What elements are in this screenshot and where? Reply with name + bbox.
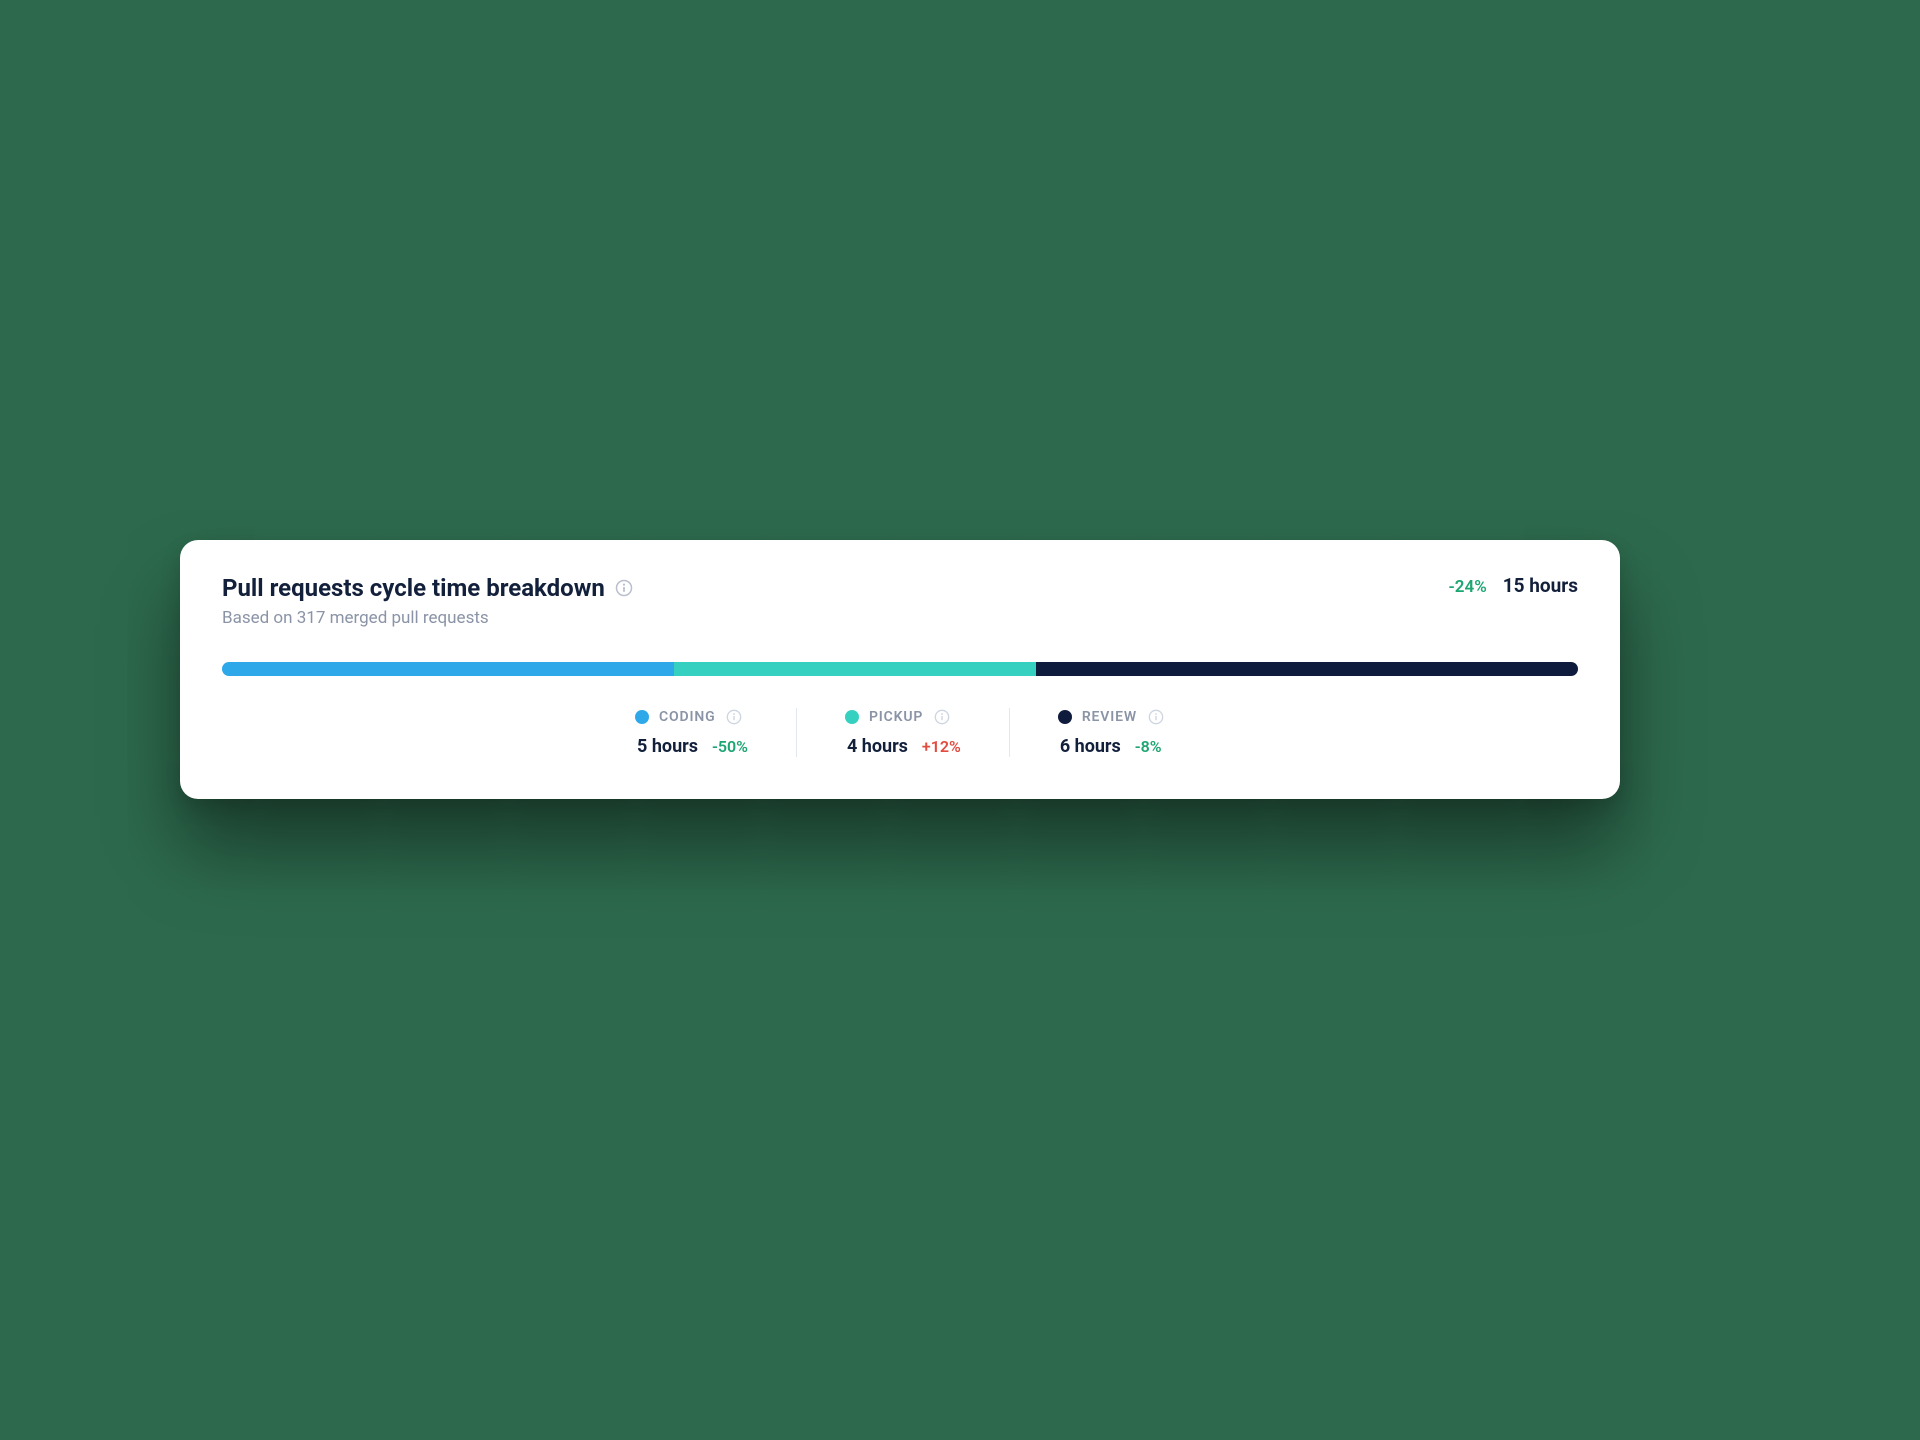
info-icon[interactable] [725,708,743,726]
title-row: Pull requests cycle time breakdown [222,574,633,602]
legend-dot-coding [635,710,649,724]
metric-pickup-header: PICKUP [845,708,961,726]
bar-segment-pickup [674,662,1036,676]
card-title: Pull requests cycle time breakdown [222,574,605,602]
title-block: Pull requests cycle time breakdown Based… [222,574,633,628]
stacked-bar [222,662,1578,676]
metric-review: REVIEW 6 hours -8% [1009,708,1213,757]
info-icon[interactable] [615,579,633,597]
metric-coding-values: 5 hours -50% [635,736,748,757]
legend-dot-pickup [845,710,859,724]
metric-pickup: PICKUP 4 hours +12% [796,708,1009,757]
metric-review-values: 6 hours -8% [1058,736,1165,757]
summary-delta: -24% [1449,577,1487,597]
metric-coding-label: CODING [659,709,715,725]
metric-coding-header: CODING [635,708,748,726]
metric-review-value: 6 hours [1060,736,1121,757]
metric-coding: CODING 5 hours -50% [587,708,796,757]
bar-segment-review [1036,662,1578,676]
metric-review-label: REVIEW [1082,709,1137,725]
metric-coding-value: 5 hours [637,736,698,757]
metric-pickup-label: PICKUP [869,709,923,725]
metric-pickup-delta: +12% [922,737,961,756]
bar-segment-coding [222,662,674,676]
metric-pickup-value: 4 hours [847,736,908,757]
legend-dot-review [1058,710,1072,724]
card-header: Pull requests cycle time breakdown Based… [222,574,1578,628]
summary-block: -24% 15 hours [1449,574,1578,597]
info-icon[interactable] [1147,708,1165,726]
cycle-time-card: Pull requests cycle time breakdown Based… [180,540,1620,799]
metric-pickup-values: 4 hours +12% [845,736,961,757]
summary-total: 15 hours [1503,574,1578,597]
metric-review-delta: -8% [1135,737,1162,756]
metric-review-header: REVIEW [1058,708,1165,726]
metric-coding-delta: -50% [712,737,748,756]
info-icon[interactable] [933,708,951,726]
metrics-row: CODING 5 hours -50% PICKUP [222,708,1578,757]
card-subtitle: Based on 317 merged pull requests [222,608,633,628]
